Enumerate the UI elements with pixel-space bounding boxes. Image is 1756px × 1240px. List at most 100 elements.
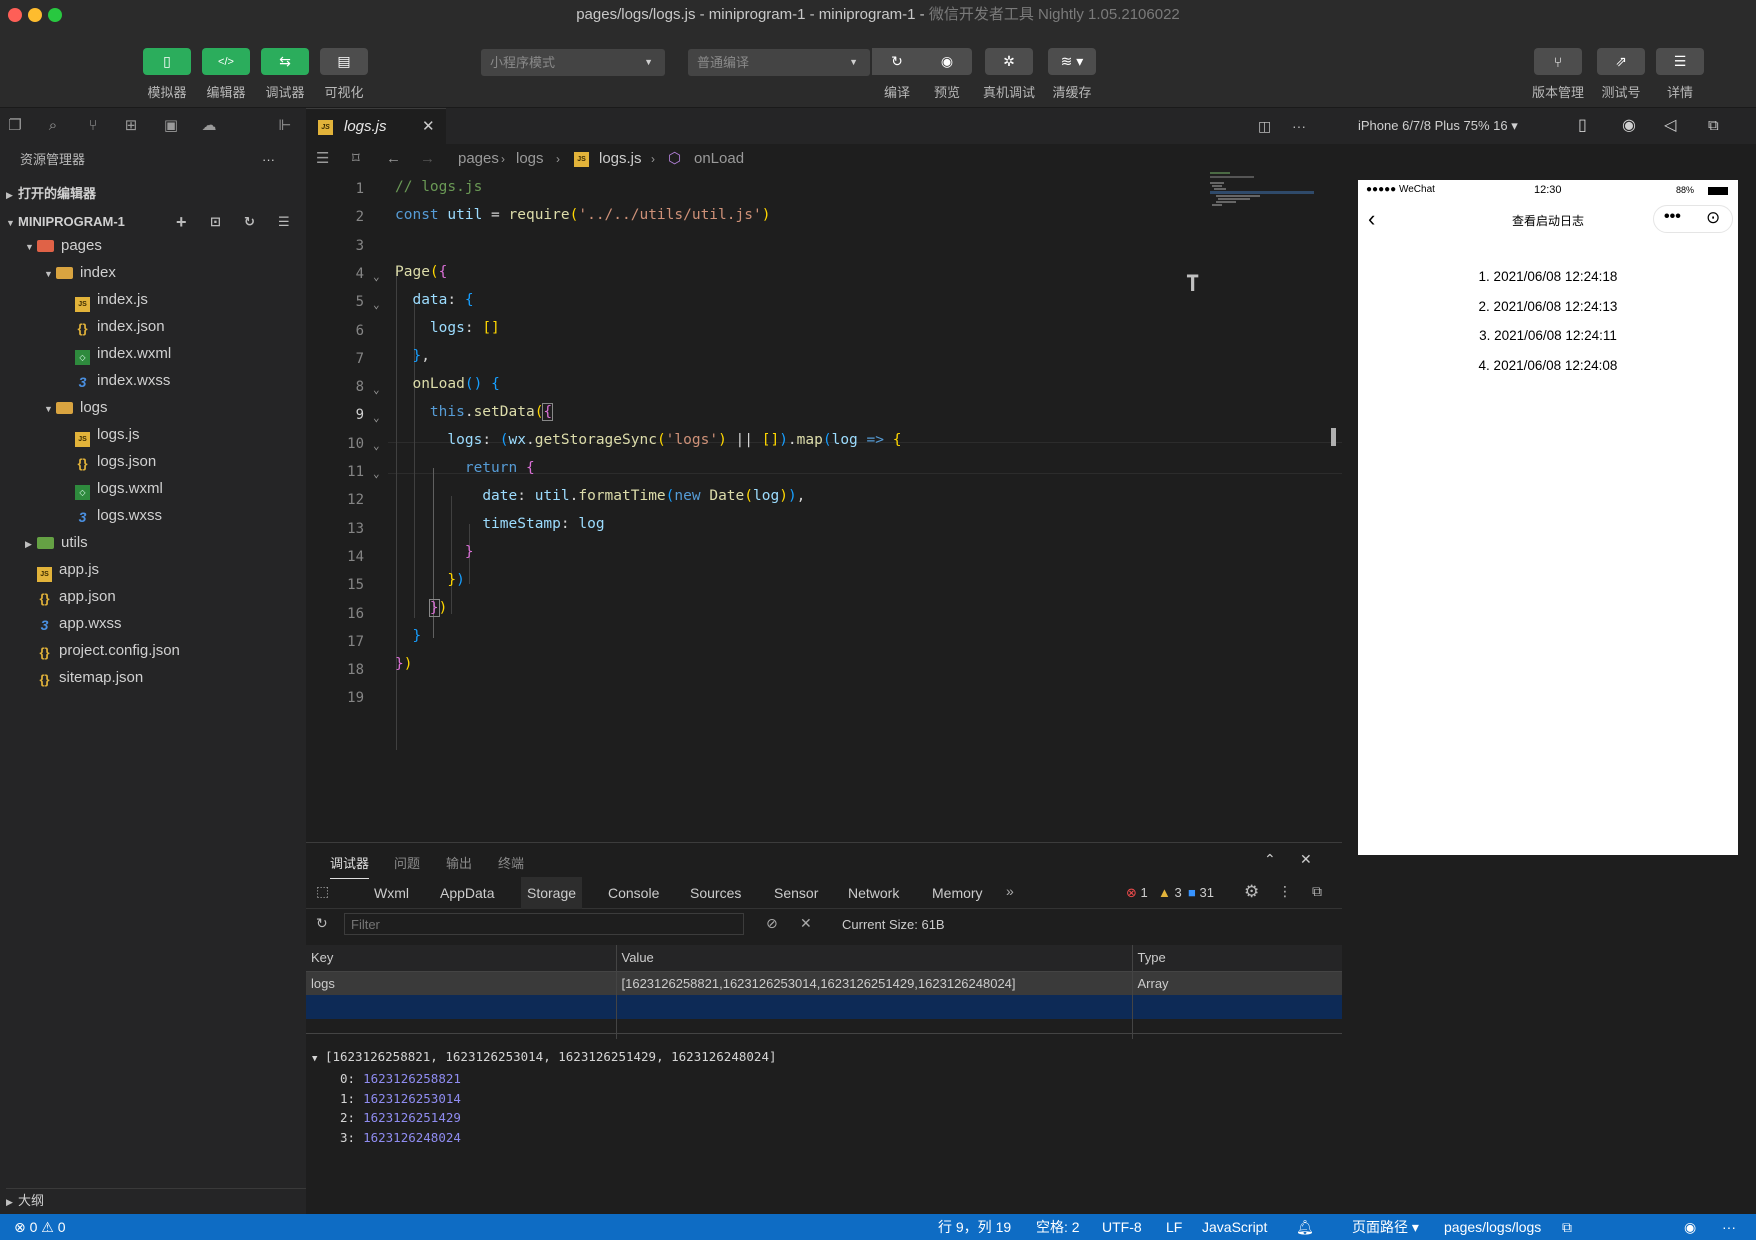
copy-icon[interactable]: ⧉ <box>1562 1214 1572 1240</box>
project-section[interactable]: ▼ MINIPROGRAM-1 + ⊡ ↻ ☰ <box>6 210 306 234</box>
zoom-window-button[interactable] <box>48 8 62 22</box>
search-icon[interactable]: ⌕ <box>44 117 62 135</box>
minimize-window-button[interactable] <box>28 8 42 22</box>
remote-debug-button[interactable]: ✲ 真机调试 <box>978 48 1040 101</box>
tab-terminal[interactable]: 终端 <box>498 853 524 872</box>
collapse-all-icon[interactable]: ☰ <box>278 210 290 234</box>
simulator-button[interactable]: ▯ 模拟器 <box>143 48 191 101</box>
tree-item[interactable]: JS index.js <box>63 288 148 312</box>
tab-logs-js[interactable]: JS logs.js ✕ <box>306 108 446 144</box>
tree-item[interactable]: {} index.json <box>63 315 164 339</box>
devtools-tab-network[interactable]: Network <box>842 877 905 909</box>
fold-chevron-icon[interactable]: ⌄ <box>373 467 380 480</box>
tree-item[interactable]: {} project.config.json <box>25 639 179 663</box>
delete-selected-icon[interactable]: ✕ <box>800 915 812 932</box>
devtools-tab-storage[interactable]: Storage <box>521 877 583 909</box>
close-window-button[interactable] <box>8 8 22 22</box>
tab-output[interactable]: 输出 <box>446 853 472 872</box>
tab-problems[interactable]: 问题 <box>394 853 420 872</box>
clear-all-icon[interactable]: ⊘ <box>766 915 778 932</box>
tree-item[interactable]: ◇ logs.wxml <box>63 477 163 501</box>
collapse-panel-icon[interactable]: ⊩ <box>276 117 294 135</box>
column-key[interactable]: Key <box>306 945 617 971</box>
tree-item[interactable]: ▼ index <box>44 261 116 285</box>
fold-chevron-icon[interactable]: ⌄ <box>373 298 380 311</box>
tree-item[interactable]: ◇ index.wxml <box>63 342 171 366</box>
cloud-icon[interactable]: ☁ <box>200 117 218 135</box>
devtools-tab-appdata[interactable]: AppData <box>434 877 500 909</box>
line-ending[interactable]: LF <box>1166 1214 1182 1240</box>
fold-chevron-icon[interactable]: ⌄ <box>373 439 380 452</box>
refresh-icon[interactable]: ↻ <box>244 210 255 234</box>
record-icon[interactable]: ◉ <box>1622 108 1636 144</box>
list-icon[interactable]: ☰ <box>316 144 329 174</box>
settings-gear-icon[interactable]: ⚙ <box>1244 882 1259 902</box>
tree-item[interactable]: ▶ utils <box>25 531 88 555</box>
encoding[interactable]: UTF-8 <box>1102 1214 1142 1240</box>
breadcrumb-symbol[interactable]: onLoad <box>694 144 744 174</box>
more-tabs-icon[interactable]: » <box>1006 883 1014 899</box>
more-icon[interactable]: ··· <box>1722 1214 1736 1240</box>
outline-section[interactable]: ▶ 大纲 <box>6 1188 306 1212</box>
breadcrumb-file[interactable]: logs.js <box>599 144 642 174</box>
preview-button[interactable]: ◉ 预览 <box>922 48 972 101</box>
minimap[interactable] <box>1210 170 1328 220</box>
details-button[interactable]: ☰ 详情 <box>1656 48 1704 101</box>
files-icon[interactable]: ❐ <box>6 117 24 135</box>
version-button[interactable]: ⑂ 版本管理 <box>1528 48 1588 101</box>
close-panel-icon[interactable]: ✕ <box>1300 851 1312 868</box>
eye-icon[interactable]: ◉ <box>1684 1214 1696 1240</box>
bookmark-icon[interactable]: ⌑ <box>352 144 360 174</box>
expand-triangle-icon[interactable]: ▼ <box>312 1054 317 1064</box>
table-row-empty[interactable] <box>306 995 1342 1019</box>
error-count[interactable]: ⊗ 1 <box>1126 885 1148 901</box>
extensions-icon[interactable]: ⊞ <box>122 117 140 135</box>
storage-icon[interactable]: ▣ <box>162 117 180 135</box>
info-count[interactable]: ■ 31 <box>1188 885 1214 900</box>
tree-item[interactable]: JS app.js <box>25 558 99 582</box>
table-row[interactable]: logs [1623126258821,1623126253014,162312… <box>306 971 1342 995</box>
editor-button[interactable]: </> 编辑器 <box>202 48 250 101</box>
source-control-icon[interactable]: ⑂ <box>84 117 102 135</box>
breadcrumb-pages[interactable]: pages <box>458 144 499 174</box>
devtools-tab-sensor[interactable]: Sensor <box>768 877 824 909</box>
tree-item[interactable]: JS logs.js <box>63 423 140 447</box>
column-value[interactable]: Value <box>616 945 1133 971</box>
warning-count[interactable]: ▲ 3 <box>1158 885 1182 900</box>
filter-input[interactable] <box>344 913 744 935</box>
scrollbar-thumb[interactable] <box>1331 428 1336 446</box>
code-editor[interactable]: 1 2 3 4 5 6 7 8 9 10 11 12 13 14 15 16 17 18 19 ⌄ ⌄ ⌄ ⌄ ⌄ … <box>306 172 1358 842</box>
clear-cache-button[interactable]: ≋ ▾ 清缓存 <box>1047 48 1097 101</box>
new-folder-icon[interactable]: ⊡ <box>210 210 221 234</box>
tab-debugger[interactable]: 调试器 <box>330 853 370 879</box>
inspect-icon[interactable]: ⬚ <box>316 883 329 900</box>
devtools-tab-console[interactable]: Console <box>602 877 665 909</box>
tree-item[interactable]: 3 index.wxss <box>63 369 171 393</box>
page-path[interactable]: pages/logs/logs <box>1444 1214 1541 1240</box>
fold-chevron-icon[interactable]: ⌄ <box>373 270 380 283</box>
refresh-icon[interactable]: ↻ <box>316 915 328 932</box>
close-circle-icon[interactable]: ⊙ <box>1706 208 1720 228</box>
tree-item[interactable]: 3 logs.wxss <box>63 504 162 528</box>
close-tab-icon[interactable]: ✕ <box>422 109 435 145</box>
fold-chevron-icon[interactable]: ⌄ <box>373 383 380 396</box>
forward-icon[interactable]: → <box>420 144 435 174</box>
fold-chevron-icon[interactable]: ⌄ <box>373 411 380 424</box>
tree-item[interactable]: 3 app.wxss <box>25 612 122 636</box>
more-dots-icon[interactable]: ••• <box>1664 208 1681 226</box>
tree-item[interactable]: {} logs.json <box>63 450 156 474</box>
indentation[interactable]: 空格: 2 <box>1036 1214 1080 1240</box>
detach-window-icon[interactable]: ⧉ <box>1708 108 1719 144</box>
visual-button[interactable]: ▤ 可视化 <box>320 48 368 101</box>
problems-status[interactable]: ⊗ 0 ⚠ 0 <box>14 1214 66 1240</box>
capsule-menu[interactable]: ••• ⊙ <box>1653 205 1733 233</box>
phone-rotate-icon[interactable]: ▯ <box>1578 108 1587 144</box>
volume-icon[interactable]: ◁ <box>1664 108 1676 144</box>
mode-select[interactable]: 小程序模式 ▼ <box>481 49 665 76</box>
tree-item[interactable]: ▼ pages <box>25 234 102 258</box>
test-account-button[interactable]: ⇗ 测试号 <box>1597 48 1645 101</box>
split-editor-icon[interactable]: ◫ <box>1258 108 1271 144</box>
undock-icon[interactable]: ⧉ <box>1312 883 1322 900</box>
devtools-tab-memory[interactable]: Memory <box>926 877 989 909</box>
compile-mode-select[interactable]: 普通编译 ▼ <box>688 49 870 76</box>
